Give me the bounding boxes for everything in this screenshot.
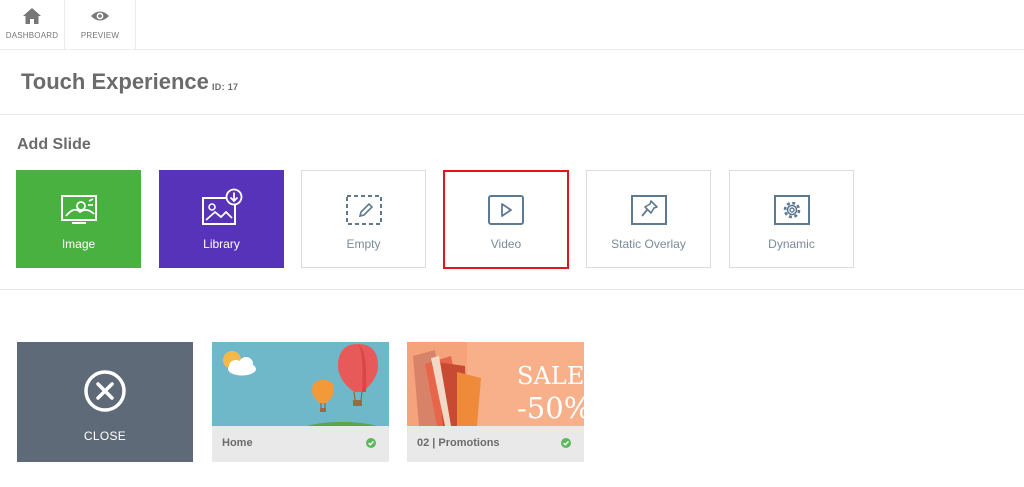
check-circle-icon bbox=[366, 438, 376, 448]
add-static-overlay-slide-button[interactable]: Static Overlay bbox=[586, 170, 711, 268]
slide-thumbnail bbox=[212, 342, 389, 426]
tile-label: Empty bbox=[346, 237, 381, 251]
tile-label: Library bbox=[203, 237, 240, 251]
image-library-download-icon bbox=[201, 188, 242, 225]
tile-label: Video bbox=[490, 237, 522, 251]
divider bbox=[0, 289, 1024, 290]
slide-name: 02 | Promotions bbox=[417, 437, 500, 449]
dashed-pencil-icon bbox=[345, 195, 382, 225]
preview-label: PREVIEW bbox=[80, 31, 120, 40]
check-circle-icon bbox=[561, 438, 571, 448]
tile-label: Dynamic bbox=[768, 237, 815, 251]
close-circle-icon bbox=[84, 370, 126, 412]
tile-label: Image bbox=[61, 237, 96, 251]
close-slide-card[interactable]: CLOSE bbox=[17, 342, 193, 462]
close-label: CLOSE bbox=[83, 429, 127, 443]
home-icon bbox=[23, 8, 41, 24]
add-slide-heading: Add Slide bbox=[17, 136, 91, 153]
add-video-slide-button[interactable]: Video bbox=[443, 170, 569, 269]
slide-name: Home bbox=[222, 437, 253, 449]
slide-card-promotions[interactable]: SALES -50% 02 | Promotions bbox=[407, 342, 584, 462]
top-nav: DASHBOARD PREVIEW bbox=[0, 0, 1024, 50]
tile-label: Static Overlay bbox=[611, 237, 686, 251]
pin-icon bbox=[630, 195, 667, 225]
preview-button[interactable]: PREVIEW bbox=[65, 0, 136, 49]
eye-icon bbox=[91, 11, 109, 21]
landscape-image-icon bbox=[60, 195, 97, 224]
dashboard-label: DASHBOARD bbox=[5, 31, 59, 40]
dashboard-button[interactable]: DASHBOARD bbox=[0, 0, 65, 49]
balloons-illustration bbox=[212, 342, 389, 426]
slide-card-home[interactable]: Home bbox=[212, 342, 389, 462]
sales-books-illustration: SALES -50% bbox=[407, 342, 584, 426]
add-library-slide-button[interactable]: Library bbox=[159, 170, 284, 268]
play-icon bbox=[488, 195, 524, 225]
divider bbox=[0, 114, 1024, 115]
add-empty-slide-button[interactable]: Empty bbox=[301, 170, 426, 268]
slide-thumbnail: SALES -50% bbox=[407, 342, 584, 426]
add-image-slide-button[interactable]: Image bbox=[16, 170, 141, 268]
thumb-sales-text: SALES bbox=[517, 362, 584, 390]
thumb-discount-text: -50% bbox=[517, 391, 584, 425]
add-dynamic-slide-button[interactable]: Dynamic bbox=[729, 170, 854, 268]
page-title: Touch Experience bbox=[21, 69, 209, 94]
experience-id: ID: 17 bbox=[212, 82, 239, 92]
gear-icon bbox=[773, 195, 810, 225]
